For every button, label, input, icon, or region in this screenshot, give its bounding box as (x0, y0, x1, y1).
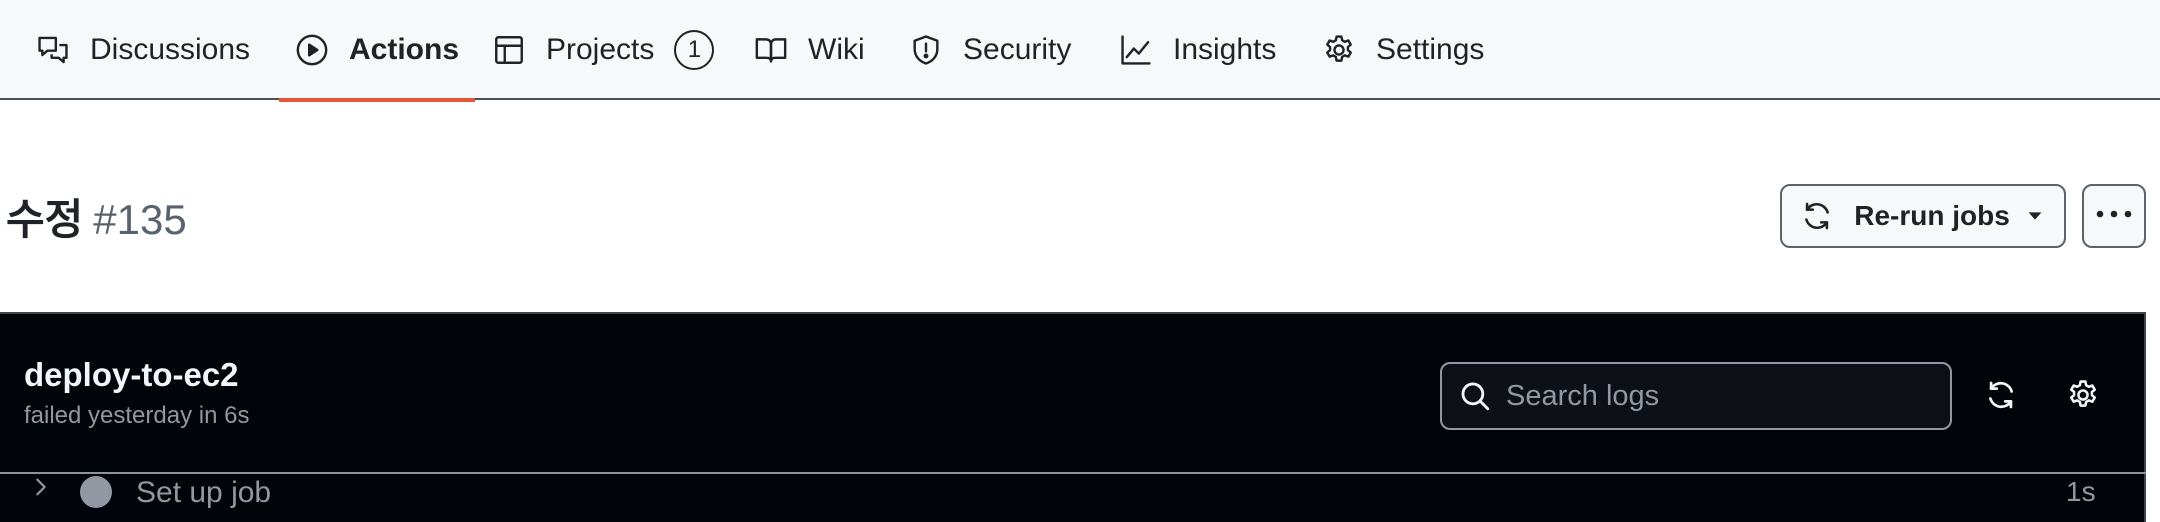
graph-icon (1119, 33, 1153, 67)
shield-icon (909, 33, 943, 67)
step-name: Set up job (136, 476, 272, 509)
log-settings-button[interactable] (2064, 376, 2102, 414)
search-logs-field[interactable] (1440, 362, 1952, 430)
job-name: deploy-to-ec2 (24, 356, 239, 393)
tab-label: Security (963, 33, 1072, 66)
rerun-jobs-button[interactable]: Re-run jobs (1780, 184, 2066, 248)
projects-counter-badge: 1 (674, 30, 715, 70)
play-icon (295, 33, 329, 67)
step-row[interactable]: Set up job 1s (0, 476, 2146, 522)
tab-wiki[interactable]: Wiki (754, 0, 865, 100)
run-title: 수정 (6, 196, 84, 243)
book-icon (754, 33, 788, 67)
step-duration: 1s (2066, 476, 2096, 507)
tab-label: Discussions (90, 33, 251, 66)
job-status: failed yesterday in 6s (24, 402, 250, 429)
tab-label: Wiki (808, 33, 865, 66)
rerun-label: Re-run jobs (1854, 200, 2010, 231)
panel-divider (0, 472, 2146, 474)
kebab-horizontal-icon (2094, 207, 2134, 225)
refresh-logs-button[interactable] (1982, 376, 2020, 414)
chevron-right-icon (30, 476, 52, 498)
page-title: 수정 #135 (6, 186, 187, 247)
comment-discussion-icon (36, 33, 70, 67)
repo-nav: Discussions Actions Projects 1 Wiki Secu… (0, 0, 2160, 102)
tab-settings[interactable]: Settings (1322, 0, 1484, 100)
step-status-icon (80, 476, 112, 508)
more-options-button[interactable] (2082, 184, 2146, 248)
tab-label: Projects (546, 33, 655, 66)
search-icon (1458, 379, 1492, 413)
tab-projects[interactable]: Projects 1 (492, 0, 715, 100)
job-log-panel: deploy-to-ec2 failed yesterday in 6s Set… (0, 312, 2146, 522)
tab-security[interactable]: Security (909, 0, 1071, 100)
gear-icon (2069, 380, 2097, 407)
table-icon (492, 33, 526, 67)
tab-label: Insights (1173, 33, 1277, 66)
search-logs-input[interactable] (1506, 379, 1926, 413)
sync-icon (1800, 199, 1834, 233)
triangle-down-icon (2024, 205, 2046, 227)
tab-insights[interactable]: Insights (1119, 0, 1276, 100)
tab-label: Actions (349, 33, 460, 66)
sync-icon (1989, 381, 2013, 409)
gear-icon (1322, 33, 1356, 67)
tab-label: Settings (1376, 33, 1485, 66)
run-number: #135 (93, 196, 187, 243)
tab-discussions[interactable]: Discussions (36, 0, 250, 100)
tab-actions[interactable]: Actions (278, 0, 476, 102)
